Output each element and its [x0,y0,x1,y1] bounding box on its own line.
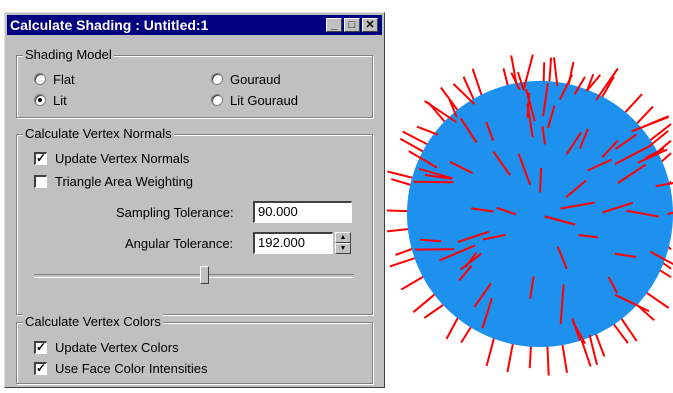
radio-flat-indicator[interactable] [34,73,46,85]
shaded-sphere-viewport[interactable] [385,0,673,393]
triangle-area-weighting-label: Triangle Area Weighting [55,173,194,189]
face-color-intensities-label: Use Face Color Intensities [55,360,208,376]
vertex-normal-line [585,74,602,92]
triangle-area-weighting-checkbox[interactable]: Triangle Area Weighting [34,173,193,189]
shading-model-legend: Shading Model [23,47,114,63]
vertex-normal-line [588,334,598,365]
radio-lit-indicator[interactable] [34,94,46,106]
sampling-tolerance-input[interactable]: 90.000 [253,201,352,223]
check-icon[interactable]: ✓ [34,361,47,375]
vertex-normal-line [416,125,439,136]
calculate-shading-dialog: Calculate Shading : Untitled:1 _ □ ✕ Sha… [4,12,385,388]
vertex-normals-group: Calculate Vertex Normals ✓ Update Vertex… [16,126,373,315]
maximize-icon: □ [348,19,356,31]
close-button[interactable]: ✕ [362,18,378,32]
minimize-button[interactable]: _ [326,18,342,32]
update-vertex-normals-checkbox[interactable]: ✓ Update Vertex Normals [34,150,189,166]
title-bar[interactable]: Calculate Shading : Untitled:1 _ □ ✕ [7,15,382,35]
close-icon: ✕ [365,19,375,31]
spin-down-button[interactable]: ▼ [335,243,351,254]
angular-tolerance-label: Angular Tolerance: [125,236,234,251]
sampling-tolerance-label: Sampling Tolerance: [116,205,234,220]
vertex-normal-line [539,167,543,193]
radio-lit-gouraud[interactable]: Lit Gouraud [211,92,298,108]
radio-lit-gouraud-indicator[interactable] [211,94,223,106]
shaded-sphere [407,81,673,347]
radio-gouraud[interactable]: Gouraud [211,71,281,87]
spin-up-icon: ▲ [339,234,347,241]
face-color-intensities-checkbox[interactable]: ✓ Use Face Color Intensities [34,360,207,376]
update-vertex-normals-label: Update Vertex Normals [55,150,190,166]
spin-down-icon: ▼ [339,245,347,252]
update-vertex-colors-checkbox[interactable]: ✓ Update Vertex Colors [34,339,179,355]
vertex-normal-line [595,67,619,101]
angular-tolerance-input[interactable]: 192.000 [253,232,333,254]
minimize-icon: _ [330,19,338,31]
shading-model-group: Shading Model Flat Gouraud Lit Lit Goura… [16,47,373,118]
vertex-colors-group: Calculate Vertex Colors ✓ Update Vertex … [16,314,373,384]
radio-gouraud-label: Gouraud [230,71,281,87]
radio-lit-gouraud-label: Lit Gouraud [230,92,298,108]
vertex-normal-line [413,180,454,184]
tolerance-slider-track[interactable] [34,274,354,278]
vertex-colors-legend: Calculate Vertex Colors [23,314,163,330]
radio-flat-label: Flat [53,71,75,87]
maximize-button[interactable]: □ [344,18,360,32]
update-vertex-colors-label: Update Vertex Colors [55,339,179,355]
radio-lit-label: Lit [53,92,67,108]
radio-flat[interactable]: Flat [34,71,75,87]
tolerance-slider-thumb[interactable] [199,266,209,284]
vertex-normals-legend: Calculate Vertex Normals [23,126,174,142]
check-icon[interactable]: ✓ [34,151,47,165]
spin-up-button[interactable]: ▲ [335,232,351,243]
check-icon[interactable] [34,174,47,188]
window-title: Calculate Shading : Untitled:1 [10,17,209,33]
radio-lit[interactable]: Lit [34,92,67,108]
vertex-normal-line [553,57,559,86]
radio-gouraud-indicator[interactable] [211,73,223,85]
check-icon[interactable]: ✓ [34,340,47,354]
